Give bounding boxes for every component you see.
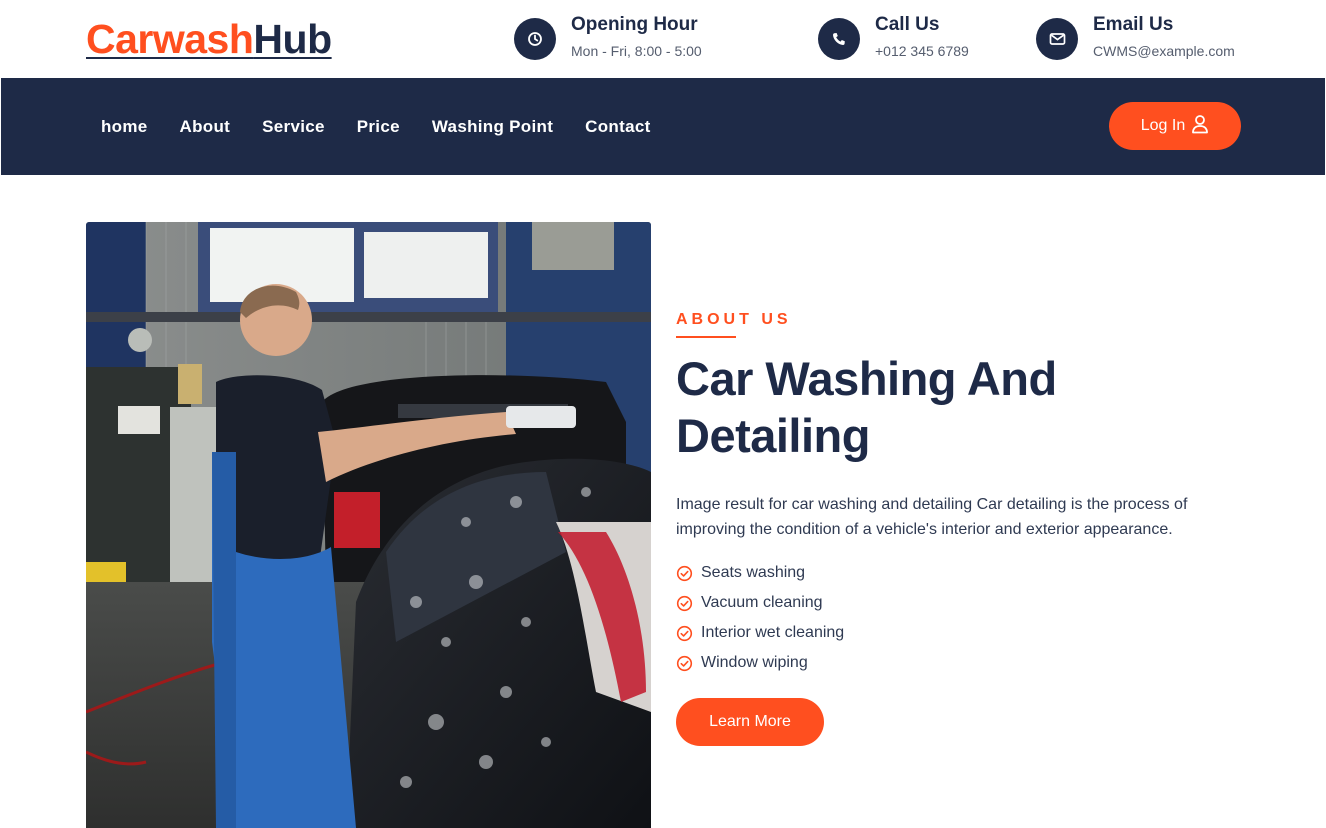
check-circle-icon <box>676 595 693 612</box>
feature-label: Vacuum cleaning <box>701 594 823 611</box>
opening-hours-title: Opening Hour <box>571 14 698 35</box>
check-circle-icon <box>676 565 693 582</box>
brand-logo[interactable]: CarwashHub <box>86 16 332 62</box>
top-header: CarwashHub Opening Hour Mon - Fri, 8:00 … <box>0 0 1326 78</box>
list-item: Interior wet cleaning <box>676 618 844 648</box>
about-eyebrow: ABOUT US <box>676 311 792 328</box>
opening-hours-info: Opening Hour Mon - Fri, 8:00 - 5:00 <box>514 14 734 64</box>
call-us-title: Call Us <box>875 14 940 35</box>
call-us-info: Call Us +012 345 6789 <box>818 14 998 64</box>
nav-item-about[interactable]: About <box>180 117 231 137</box>
feature-list: Seats washing Vacuum cleaning Interior w… <box>676 558 844 678</box>
learn-more-button[interactable]: Learn More <box>676 698 824 746</box>
nav-menu: home About Service Price Washing Point C… <box>101 78 683 175</box>
nav-item-washing-point[interactable]: Washing Point <box>432 117 553 137</box>
main-navbar: home About Service Price Washing Point C… <box>1 78 1325 175</box>
feature-label: Interior wet cleaning <box>701 624 845 641</box>
car-wash-photo <box>86 222 651 828</box>
brand-logo-part1: Carwash <box>86 16 254 62</box>
list-item: Vacuum cleaning <box>676 588 844 618</box>
login-button-label: Log In <box>1140 117 1186 134</box>
about-heading: Car Washing And Detailing <box>676 352 1057 462</box>
nav-item-contact[interactable]: Contact <box>585 117 650 137</box>
brand-logo-part2: Hub <box>253 16 332 62</box>
list-item: Window wiping <box>676 648 844 678</box>
nav-item-home[interactable]: home <box>101 117 148 137</box>
nav-item-price[interactable]: Price <box>357 117 400 137</box>
envelope-icon[interactable] <box>1036 18 1078 60</box>
check-circle-icon <box>676 625 693 642</box>
user-icon <box>1191 114 1209 139</box>
clock-icon <box>514 18 556 60</box>
phone-icon[interactable] <box>818 18 860 60</box>
feature-label: Window wiping <box>701 654 808 671</box>
email-us-value[interactable]: CWMS@example.com <box>1093 43 1235 59</box>
feature-label: Seats washing <box>701 564 806 581</box>
email-us-info: Email Us CWMS@example.com <box>1036 14 1256 64</box>
opening-hours-value: Mon - Fri, 8:00 - 5:00 <box>571 43 702 59</box>
list-item: Seats washing <box>676 558 844 588</box>
check-circle-icon <box>676 655 693 672</box>
call-us-value[interactable]: +012 345 6789 <box>875 43 969 59</box>
eyebrow-underline <box>676 336 736 338</box>
about-description: Image result for car washing and detaili… <box>676 496 1188 538</box>
email-us-title: Email Us <box>1093 14 1174 35</box>
nav-item-service[interactable]: Service <box>262 117 325 137</box>
login-button[interactable]: Log In <box>1109 102 1241 150</box>
